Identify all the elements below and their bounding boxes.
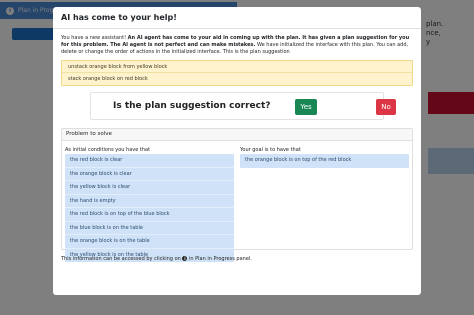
initial-condition-item: the red block is clear: [65, 154, 234, 168]
modal-title: AI has come to your help!: [61, 13, 177, 22]
footer-text-after: in Plan in Progress panel.: [187, 256, 252, 262]
ai-help-modal: AI has come to your help! You have a new…: [53, 7, 421, 295]
plan-suggestion-item: unstack orange block from yellow block: [62, 61, 412, 73]
initial-condition-item: the red block is on top of the blue bloc…: [65, 208, 234, 222]
problem-columns: As initial conditions you have that the …: [62, 141, 412, 262]
initial-conditions-label: As initial conditions you have that: [65, 147, 151, 153]
initial-condition-item: the orange block is on the table: [65, 235, 234, 249]
modal-body: You have a new assistant! An AI agent ha…: [53, 29, 421, 263]
initial-condition-item: the hand is empty: [65, 194, 234, 208]
initial-conditions-column: As initial conditions you have that the …: [65, 147, 234, 262]
no-button[interactable]: No: [376, 99, 396, 115]
goal-label: Your goal is to have that: [240, 147, 301, 153]
intro-part: You have a new assistant!: [61, 35, 128, 41]
initial-condition-item: the yellow block is clear: [65, 181, 234, 195]
intro-text: You have a new assistant! An AI agent ha…: [61, 35, 413, 56]
problem-header: Problem to solve: [62, 129, 412, 141]
footer-text-before: This information can be accessed by clic…: [61, 256, 183, 262]
initial-condition-item: the orange block is clear: [65, 167, 234, 181]
plan-suggestion-item: stack orange block on red block: [62, 73, 412, 85]
plan-correct-question: Is the plan suggestion correct?: [113, 101, 271, 111]
initial-condition-item: the blue block is on the table: [65, 221, 234, 235]
modal-header: AI has come to your help!: [53, 7, 421, 29]
yes-button[interactable]: Yes: [295, 99, 317, 115]
problem-card: Problem to solve As initial conditions y…: [61, 128, 413, 262]
goal-item: the orange block is on top of the red bl…: [240, 154, 409, 168]
initial-conditions-list: the red block is clear the orange block …: [65, 154, 234, 262]
plan-suggestion-list: unstack orange block from yellow block s…: [61, 60, 413, 86]
goal-column: Your goal is to have that the orange blo…: [240, 147, 409, 262]
plan-correct-question-box: Is the plan suggestion correct? Yes No: [90, 92, 396, 120]
goal-list: the orange block is on top of the red bl…: [240, 154, 409, 168]
